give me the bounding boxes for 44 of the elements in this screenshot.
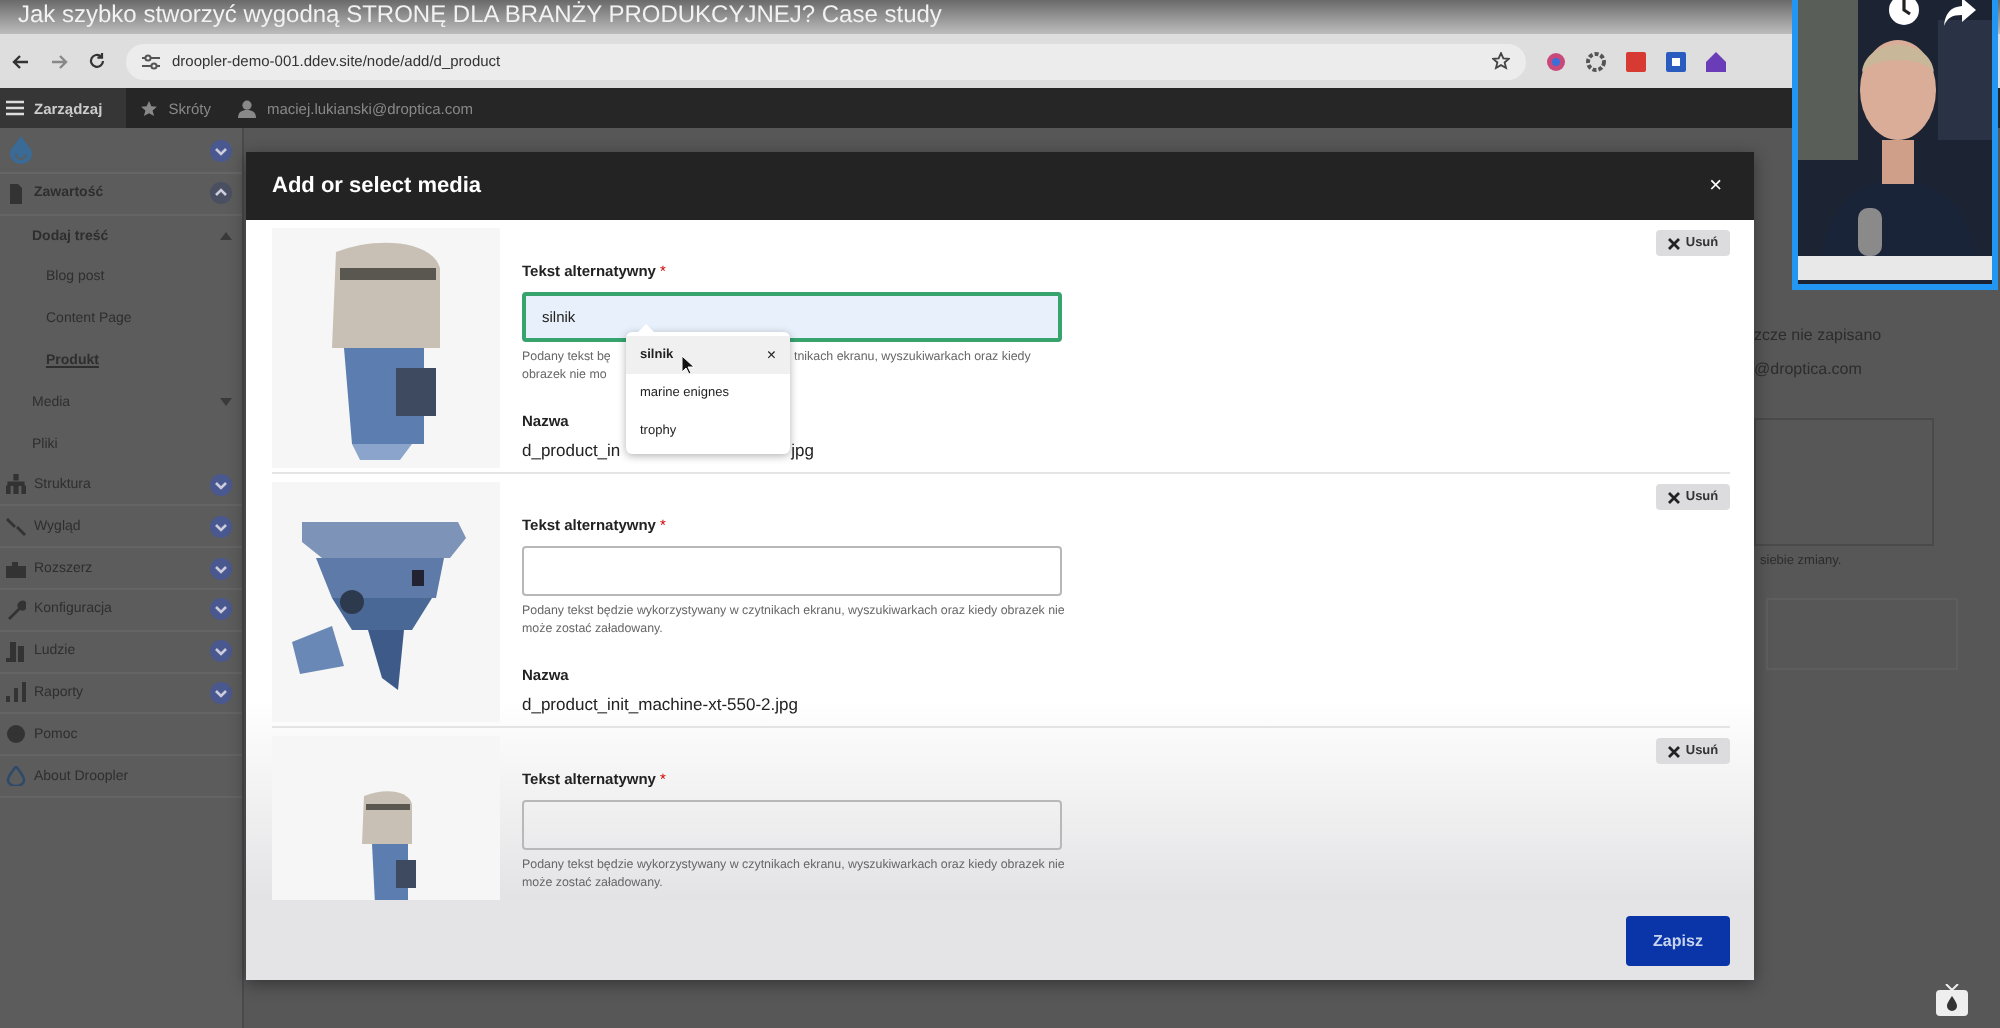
user-icon [238, 99, 257, 117]
chevron-down-icon[interactable] [210, 515, 232, 538]
drop-logo-icon [10, 136, 32, 164]
site-settings-icon[interactable] [142, 53, 160, 69]
file-name: d_product_in [522, 440, 621, 461]
file-name: jpg [791, 440, 814, 461]
close-button[interactable]: × [1705, 174, 1726, 198]
file-name: d_product_init_machine-xt-550-2.jpg [522, 694, 798, 715]
chevron-down-icon[interactable] [210, 557, 232, 580]
video-title: Jak szybko stworzyć wygodną STRONĘ DLA BRANŻY PRODUKCYJNEJ? Case study [18, 0, 942, 28]
alt-text-field[interactable] [522, 800, 1062, 850]
close-icon [1667, 491, 1680, 503]
gear-icon[interactable] [1586, 51, 1606, 71]
menu-item-icon [6, 516, 26, 537]
bookmark-star-icon[interactable] [1492, 52, 1510, 70]
forward-icon[interactable] [50, 53, 68, 69]
chevron-down-icon[interactable] [210, 139, 232, 161]
menu-item-icon [6, 599, 26, 620]
chevron-down-icon[interactable] [210, 473, 232, 496]
close-icon [1667, 745, 1680, 757]
chevron-up-icon[interactable] [210, 182, 232, 205]
chevron-down-icon[interactable] [210, 598, 232, 621]
save-button[interactable]: Zapisz [1626, 915, 1730, 965]
menu-item-icon [6, 474, 26, 495]
menu-item-icon [6, 558, 26, 579]
extension-icon[interactable] [1546, 51, 1566, 71]
menu-item-icon [6, 766, 26, 787]
mouse-cursor-icon [682, 356, 694, 374]
chevron-down-icon[interactable] [210, 640, 232, 663]
close-icon [1667, 237, 1680, 249]
alt-text-field[interactable] [522, 546, 1062, 596]
back-icon[interactable] [12, 53, 30, 69]
menu-item-icon [6, 724, 26, 745]
tv-icon[interactable] [1936, 984, 1968, 1016]
star-icon [140, 99, 159, 117]
menu-icon [6, 100, 24, 116]
share-icon[interactable] [1944, 0, 1976, 26]
reload-icon[interactable] [88, 52, 106, 70]
menu-item-icon [6, 183, 26, 204]
menu-item-icon [6, 682, 26, 703]
dialog-title: Add or select media [272, 174, 482, 198]
clock-icon[interactable] [1888, 0, 1920, 26]
chevron-down-icon[interactable] [210, 681, 232, 704]
menu-item-icon [6, 641, 26, 662]
